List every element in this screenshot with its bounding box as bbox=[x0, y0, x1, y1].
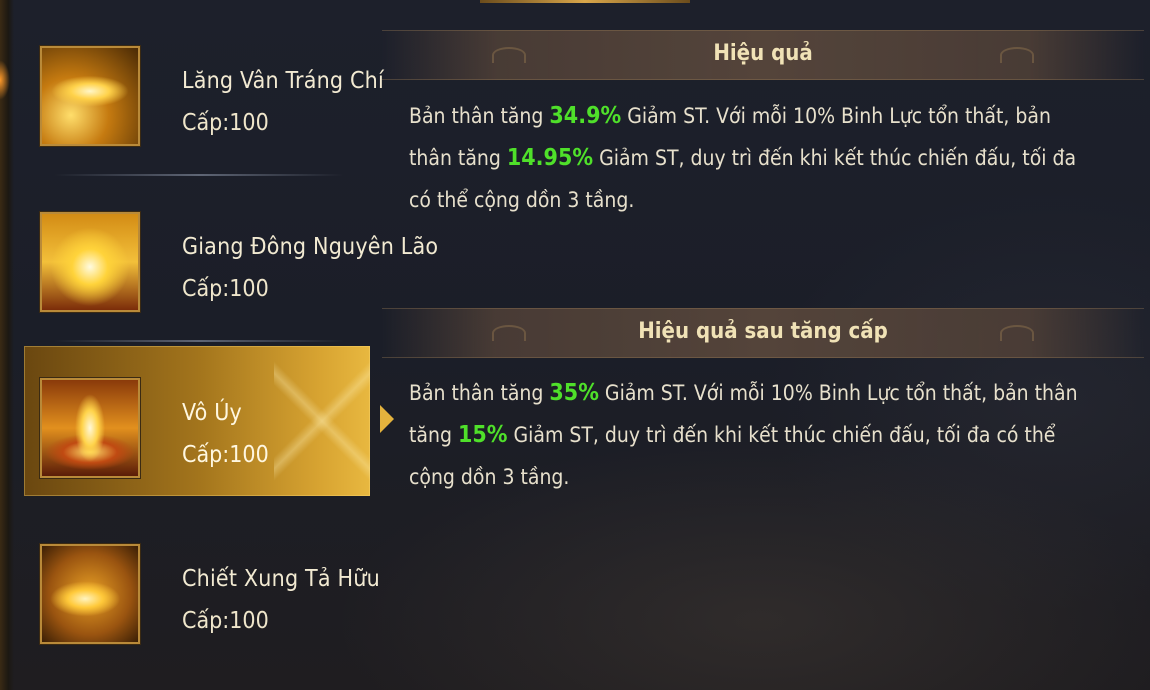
skill-name: Lăng Vân Tráng Chí bbox=[182, 68, 384, 94]
effect-header: Hiệu quả bbox=[382, 30, 1144, 80]
flame-pillar-icon bbox=[40, 378, 140, 478]
effect-value: 14.95% bbox=[506, 145, 594, 171]
golden-whirl-icon bbox=[40, 544, 140, 644]
skill-level: Cấp:100 bbox=[182, 110, 269, 136]
cloud-ornament-icon bbox=[1000, 47, 1034, 63]
skill-name: Vô Úy bbox=[182, 400, 242, 426]
skill-item-vo-uy[interactable]: Vô Úy Cấp:100 bbox=[24, 346, 394, 496]
selection-glow bbox=[274, 346, 370, 496]
upgrade-text: Bản thân tăng bbox=[409, 381, 550, 405]
skill-list: Lăng Vân Tráng Chí Cấp:100 Giang Đông Ng… bbox=[14, 0, 438, 690]
golden-burst-icon bbox=[40, 212, 140, 312]
golden-slash-icon bbox=[40, 46, 140, 146]
divider bbox=[54, 340, 344, 342]
left-frame-edge bbox=[0, 0, 14, 690]
ember-glow bbox=[0, 60, 10, 100]
upgrade-value: 35% bbox=[549, 380, 599, 406]
upgrade-value: 15% bbox=[457, 422, 508, 448]
upgrade-effect-header: Hiệu quả sau tăng cấp bbox=[382, 308, 1144, 358]
skill-detail-panel: Hiệu quả Bản thân tăng 34.9% Giảm ST. Vớ… bbox=[382, 0, 1150, 690]
skill-item-giang-dong-nguyen-lao[interactable]: Giang Đông Nguyên Lão Cấp:100 bbox=[14, 166, 438, 316]
skill-item-lang-van-trang-chi[interactable]: Lăng Vân Tráng Chí Cấp:100 bbox=[14, 0, 384, 150]
skill-level: Cấp:100 bbox=[182, 442, 269, 468]
skill-level: Cấp:100 bbox=[182, 276, 269, 302]
upgrade-effect-description: Bản thân tăng 35% Giảm ST. Với mỗi 10% B… bbox=[409, 372, 1099, 498]
skill-item-chiet-xung-ta-huu[interactable]: Chiết Xung Tả Hữu Cấp:100 bbox=[14, 498, 380, 648]
effect-text: Bản thân tăng bbox=[409, 104, 550, 128]
skill-level: Cấp:100 bbox=[182, 608, 269, 634]
skill-name: Chiết Xung Tả Hữu bbox=[182, 566, 380, 592]
effect-description: Bản thân tăng 34.9% Giảm ST. Với mỗi 10%… bbox=[409, 95, 1099, 221]
cloud-ornament-icon bbox=[1000, 325, 1034, 341]
effect-value: 34.9% bbox=[549, 103, 622, 129]
